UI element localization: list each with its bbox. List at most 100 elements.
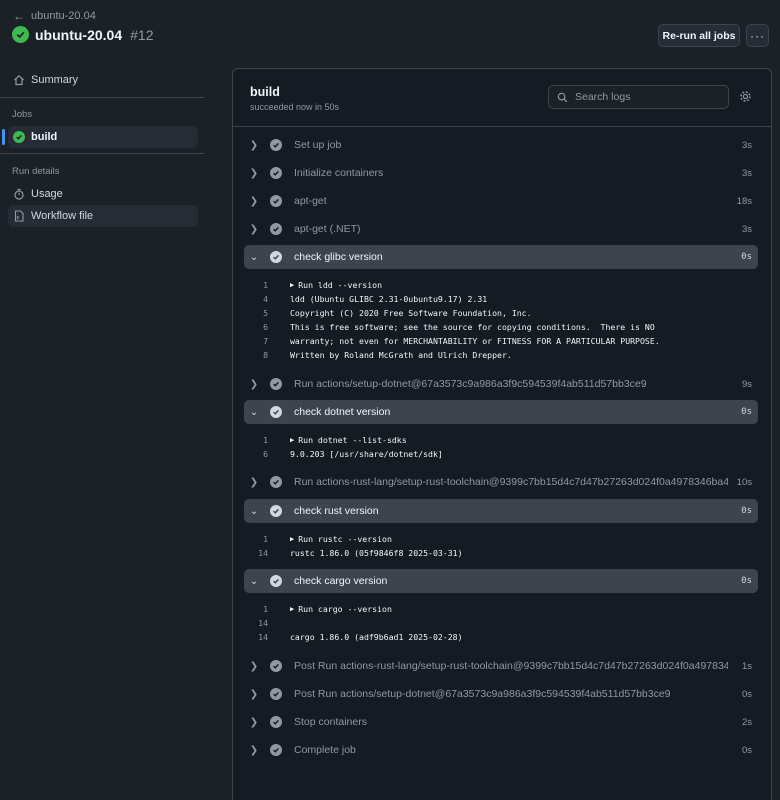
- sidebar-item-build[interactable]: build: [2, 126, 198, 148]
- active-indicator: [2, 129, 5, 145]
- step-name: check dotnet version: [294, 406, 391, 418]
- step-name: check cargo version: [294, 575, 388, 587]
- sidebar-divider: [0, 153, 204, 154]
- line-number: 14: [258, 632, 268, 642]
- log-text: warranty; not even for MERCHANTABILITY o…: [290, 336, 660, 346]
- sidebar-item-label: Summary: [31, 74, 79, 86]
- step-row[interactable]: ❯ apt-get 18s: [244, 189, 758, 213]
- step-row-expanded[interactable]: ⌄ check dotnet version 0s: [244, 400, 758, 424]
- step-duration: 3s: [741, 223, 752, 235]
- chevron-down-icon: ⌄: [249, 575, 259, 587]
- step-row[interactable]: ❯ Set up job 3s: [244, 133, 758, 157]
- step-name: check rust version: [294, 505, 379, 517]
- step-row[interactable]: ❯ Run actions-rust-lang/setup-rust-toolc…: [244, 470, 758, 494]
- log-text: Run cargo --version: [298, 604, 392, 614]
- step-row[interactable]: ❯ Complete job 0s: [244, 738, 758, 762]
- search-placeholder: Search logs: [575, 91, 631, 103]
- chevron-down-icon: ⌄: [249, 251, 259, 263]
- step-row[interactable]: ❯ Post Run actions-rust-lang/setup-rust-…: [244, 654, 758, 678]
- line-number: 6: [263, 449, 268, 459]
- check-circle-icon: [270, 660, 282, 672]
- step-name: apt-get (.NET): [294, 223, 361, 235]
- chevron-right-icon: ❯: [249, 688, 259, 700]
- sidebar-item-workflow-file[interactable]: Workflow file: [8, 205, 198, 227]
- run-title: ubuntu-20.04: [35, 26, 123, 43]
- step-row[interactable]: ❯ Run actions/setup-dotnet@67a3573c9a986…: [244, 372, 758, 396]
- caret-right-icon[interactable]: ▶: [290, 535, 294, 543]
- step-row-expanded[interactable]: ⌄ check rust version 0s: [244, 499, 758, 523]
- check-circle-icon: [270, 251, 282, 263]
- step-duration: 3s: [741, 167, 752, 179]
- check-circle-icon: [270, 195, 282, 207]
- back-link[interactable]: ← ubuntu-20.04: [13, 9, 96, 23]
- sidebar-item-label: build: [31, 131, 58, 143]
- log-line: 5 Copyright (C) 2020 Free Software Found…: [244, 306, 758, 320]
- log-line: 6 9.0.203 [/usr/share/dotnet/sdk]: [244, 447, 758, 461]
- step-duration: 0s: [741, 407, 752, 417]
- log-text: ldd (Ubuntu GLIBC 2.31-0ubuntu9.17) 2.31: [290, 294, 488, 304]
- step-name: check glibc version: [294, 251, 383, 263]
- step-duration: 0s: [741, 576, 752, 586]
- step-duration: 0s: [741, 688, 752, 700]
- step-row-expanded[interactable]: ⌄ check cargo version 0s: [244, 569, 758, 593]
- gear-icon[interactable]: [739, 90, 752, 103]
- log-line: 1 ▶ Run cargo --version: [244, 602, 758, 616]
- log-line: 14 rustc 1.86.0 (05f9846f8 2025-03-31): [244, 546, 758, 560]
- sidebar-item-usage[interactable]: Usage: [8, 183, 198, 205]
- check-circle-icon: [270, 476, 282, 488]
- sidebar-item-summary[interactable]: Summary: [8, 69, 198, 91]
- log-text: Run ldd --version: [298, 280, 383, 290]
- line-number: 7: [263, 336, 268, 346]
- more-options-button[interactable]: ···: [746, 24, 769, 47]
- chevron-right-icon: ❯: [249, 195, 259, 207]
- check-circle-icon: [12, 26, 29, 43]
- search-logs-input[interactable]: Search logs: [548, 85, 729, 109]
- sidebar-item-label: Usage: [31, 188, 63, 200]
- check-circle-icon: [270, 744, 282, 756]
- check-circle-icon: [270, 139, 282, 151]
- step-row-expanded[interactable]: ⌄ check glibc version 0s: [244, 245, 758, 269]
- rerun-all-jobs-button[interactable]: Re-run all jobs: [658, 24, 740, 47]
- chevron-right-icon: ❯: [249, 716, 259, 728]
- line-number: 4: [263, 294, 268, 304]
- step-row[interactable]: ❯ Post Run actions/setup-dotnet@67a3573c…: [244, 682, 758, 706]
- line-number: 14: [258, 618, 268, 628]
- step-row[interactable]: ❯ Stop containers 2s: [244, 710, 758, 734]
- log-line: 1 ▶ Run rustc --version: [244, 532, 758, 546]
- log-text: Run rustc --version: [298, 534, 392, 544]
- step-duration: 1s: [741, 660, 752, 672]
- step-duration: 18s: [736, 195, 752, 207]
- caret-right-icon[interactable]: ▶: [290, 281, 294, 289]
- chevron-right-icon: ❯: [249, 223, 259, 235]
- check-circle-icon: [270, 716, 282, 728]
- line-number: 1: [263, 280, 268, 290]
- log-line: 1 ▶ Run ldd --version: [244, 278, 758, 292]
- run-details-heading: Run details: [12, 166, 60, 177]
- log-text: cargo 1.86.0 (adf9b6ad1 2025-02-28): [290, 632, 463, 642]
- log-line: 14 cargo 1.86.0 (adf9b6ad1 2025-02-28): [244, 630, 758, 644]
- step-name: Run actions-rust-lang/setup-rust-toolcha…: [294, 476, 728, 488]
- step-name: Stop containers: [294, 716, 367, 728]
- caret-right-icon[interactable]: ▶: [290, 605, 294, 613]
- line-number: 1: [263, 604, 268, 614]
- line-number: 8: [263, 350, 268, 360]
- step-row[interactable]: ❯ Initialize containers 3s: [244, 161, 758, 185]
- line-number: 14: [258, 548, 268, 558]
- panel-header: build succeeded now in 50s Search logs: [233, 69, 771, 127]
- step-name: apt-get: [294, 195, 327, 207]
- stopwatch-icon: [13, 188, 25, 200]
- step-name: Complete job: [294, 744, 356, 756]
- job-title: build: [250, 85, 280, 99]
- caret-right-icon[interactable]: ▶: [290, 436, 294, 444]
- step-row[interactable]: ❯ apt-get (.NET) 3s: [244, 217, 758, 241]
- log-line: 14: [244, 616, 758, 630]
- check-circle-icon: [13, 131, 25, 143]
- chevron-right-icon: ❯: [249, 139, 259, 151]
- file-icon: [13, 210, 25, 222]
- log-line: 4 ldd (Ubuntu GLIBC 2.31-0ubuntu9.17) 2.…: [244, 292, 758, 306]
- back-link-label: ubuntu-20.04: [31, 10, 96, 22]
- check-circle-icon: [270, 505, 282, 517]
- chevron-right-icon: ❯: [249, 660, 259, 672]
- step-name: Post Run actions/setup-dotnet@67a3573c9a…: [294, 688, 671, 700]
- step-name: Set up job: [294, 139, 342, 151]
